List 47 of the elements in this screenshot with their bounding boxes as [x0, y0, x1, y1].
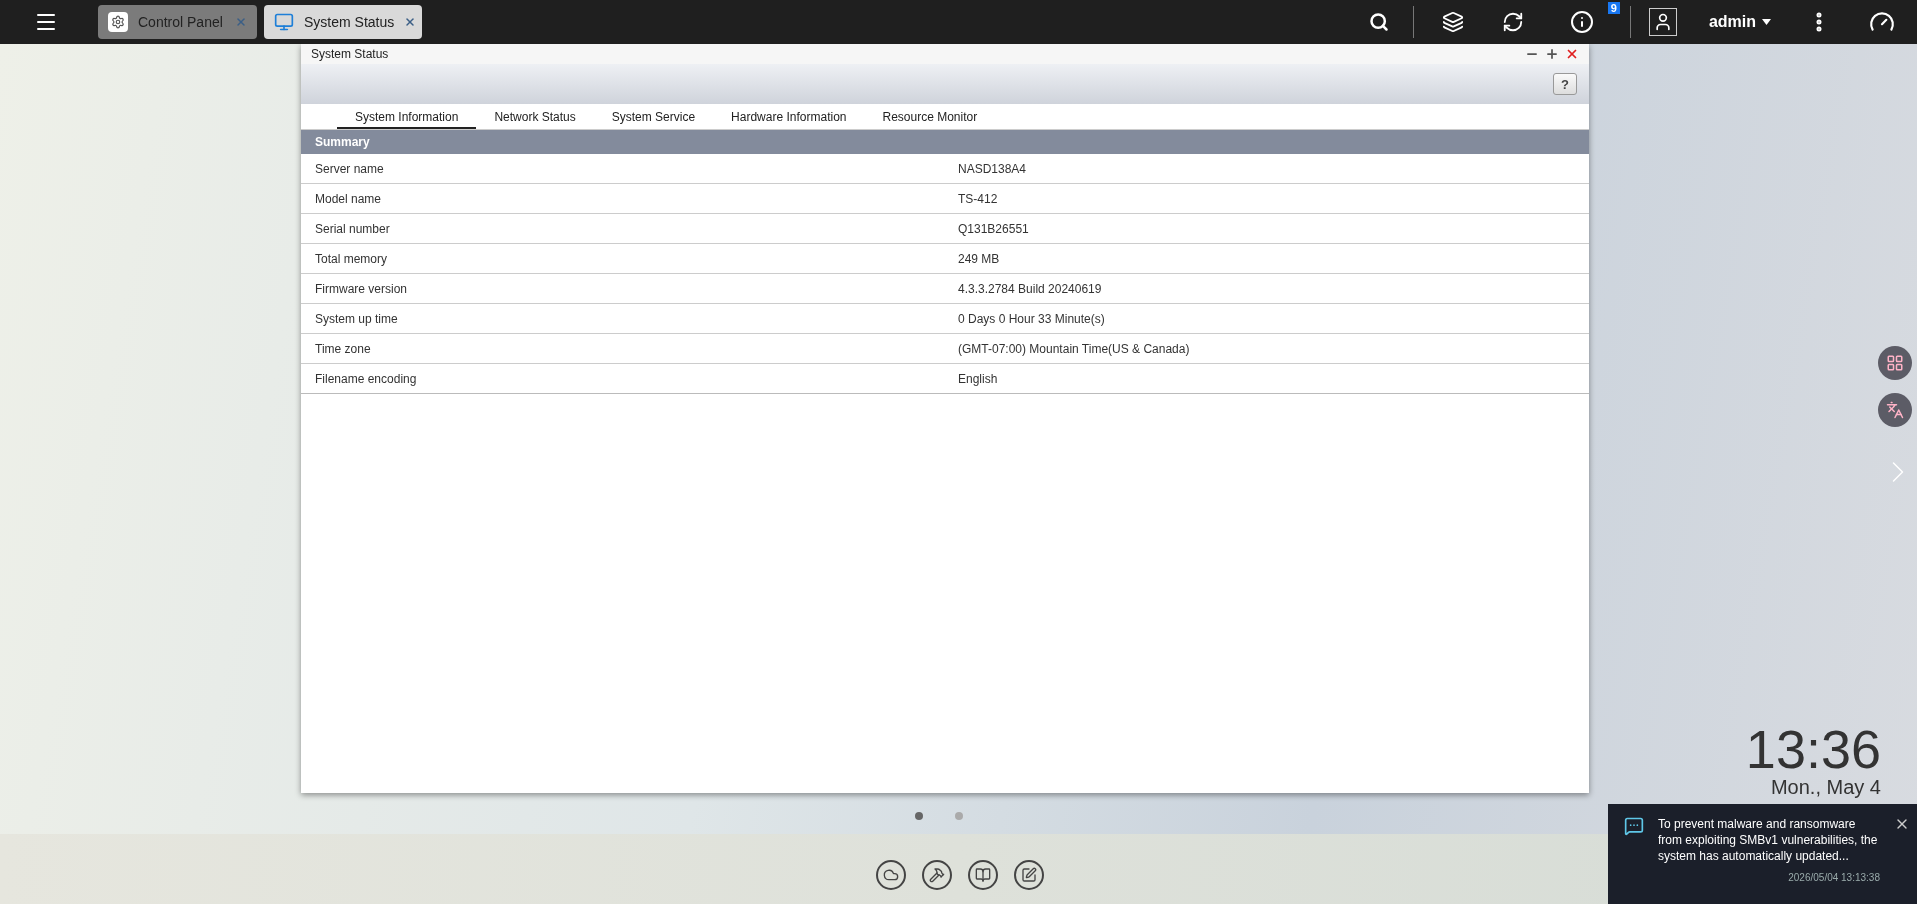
- app-tab[interactable]: System Status: [264, 5, 422, 39]
- field-label: Total memory: [314, 251, 389, 266]
- window-title: System Status: [311, 47, 390, 61]
- field-value: TS-412: [957, 191, 999, 206]
- book-icon[interactable]: [968, 860, 998, 890]
- widget-icon[interactable]: [1878, 346, 1912, 380]
- window-tab[interactable]: Resource Monitor: [864, 110, 996, 129]
- page-dot[interactable]: [915, 812, 923, 820]
- field-value: 0 Days 0 Hour 33 Minute(s): [957, 311, 1106, 326]
- maximize-icon[interactable]: [1545, 47, 1559, 61]
- message-icon: [1624, 816, 1644, 836]
- user-menu[interactable]: admin: [1702, 12, 1777, 32]
- close-icon[interactable]: [404, 16, 417, 28]
- close-icon[interactable]: [1565, 47, 1579, 61]
- user-icon[interactable]: [1648, 8, 1677, 36]
- field-label: Model name: [314, 191, 383, 206]
- page-dot[interactable]: [955, 812, 963, 820]
- edit-icon[interactable]: [1014, 860, 1044, 890]
- field-label: Serial number: [314, 221, 391, 236]
- cloud-icon[interactable]: [876, 860, 906, 890]
- field-label: System up time: [314, 311, 399, 326]
- clock-date: Mon., May 4: [1770, 776, 1881, 799]
- section-header: Summary: [301, 130, 1589, 154]
- app-tab[interactable]: Control Panel: [98, 5, 257, 39]
- notification-count: 9: [1607, 2, 1620, 14]
- gear-icon: [108, 12, 128, 32]
- field-label: Server name: [314, 161, 385, 176]
- field-value: English: [957, 371, 999, 386]
- window-tab[interactable]: Hardware Information: [713, 110, 865, 129]
- hammer-icon[interactable]: [922, 860, 952, 890]
- monitor-icon: [274, 12, 294, 32]
- field-label: Time zone: [314, 341, 372, 356]
- clock-time: 13:36: [1745, 722, 1881, 776]
- notification-message: To prevent malware and ransomware from exploiting SMBv1 vulnerabilities, the system has automatically updated...: [1658, 816, 1879, 864]
- language-icon[interactable]: [1878, 393, 1912, 427]
- field-value: NASD138A4: [957, 161, 1028, 176]
- help-button[interactable]: ?: [1553, 73, 1577, 95]
- field-value: 249 MB: [957, 251, 1001, 266]
- field-value: (GMT-07:00) Mountain Time(US & Canada): [957, 341, 1191, 356]
- notification-time: 2026/05/04 13:13:38: [1788, 872, 1880, 883]
- window-tab[interactable]: System Service: [593, 110, 714, 129]
- field-value: 4.3.3.2784 Build 20240619: [957, 281, 1103, 296]
- window-tab[interactable]: Network Status: [476, 110, 594, 129]
- field-label: Firmware version: [314, 281, 408, 296]
- caret-icon: [1762, 19, 1771, 25]
- field-value: Q131B26551: [957, 221, 1030, 236]
- field-label: Filename encoding: [314, 371, 418, 386]
